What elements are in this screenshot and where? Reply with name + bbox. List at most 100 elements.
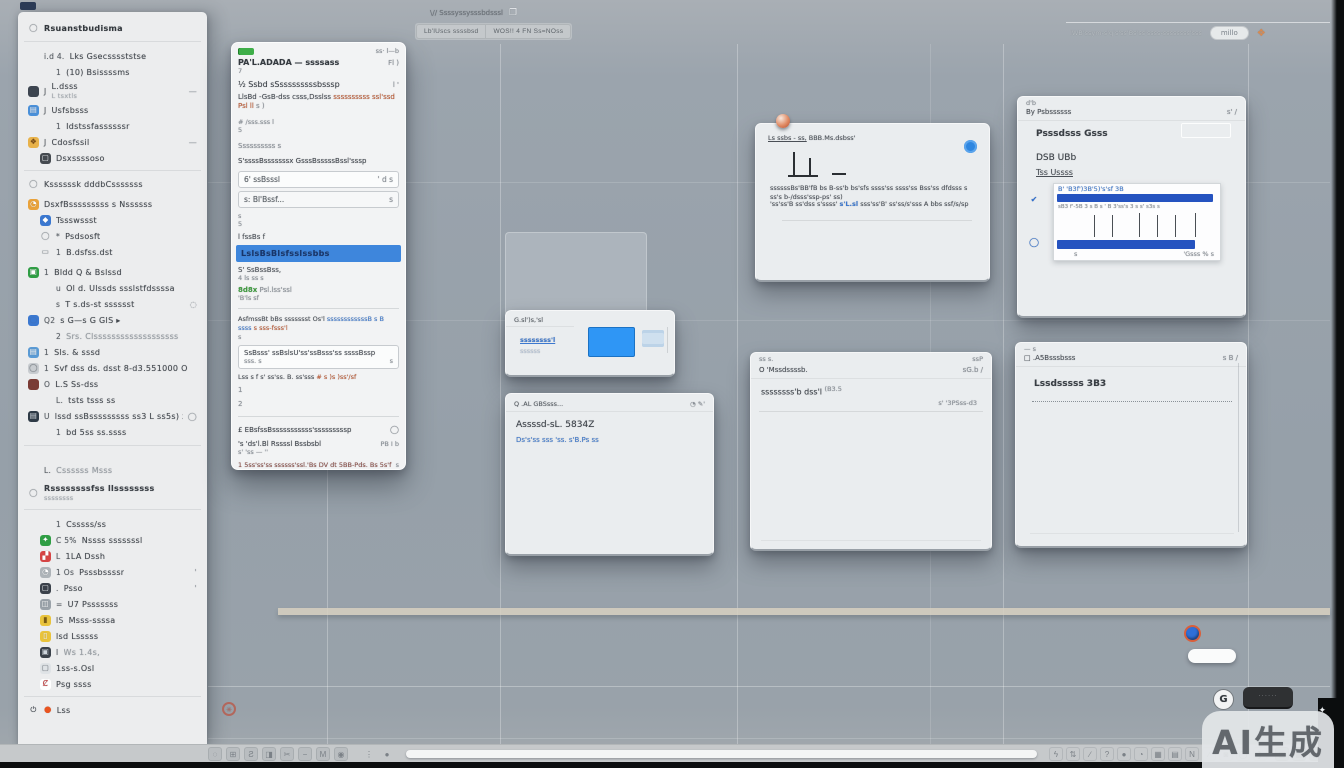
sidebar-item[interactable]: ◔ DsxfBsssssssss s Nssssss — [24, 196, 201, 212]
loudness-titlebar-icons[interactable]: s B / — [1223, 354, 1238, 362]
grid-line — [1003, 44, 1004, 760]
sidebar-item[interactable]: ● O L.S Ss-dss — [24, 376, 201, 392]
taskbar-icon-glyph: Ƨ — [248, 750, 253, 759]
taskbar-icon[interactable]: ● — [380, 747, 394, 761]
sidebar-item[interactable]: 1 Idstssfassssssr — [24, 118, 201, 134]
sidebar-item[interactable]: ▯ lsd Lsssss — [24, 628, 201, 644]
sidebar-item[interactable]: ✦ C 5% Nssss sssssssl — [24, 532, 201, 548]
white-pill-button[interactable] — [1188, 649, 1236, 663]
sidebar-item[interactable]: ▤ 1 Sls. & sssd — [24, 344, 201, 360]
swatch-link[interactable]: ssssssss'l — [520, 336, 555, 344]
taskbar-icon[interactable]: − — [298, 747, 312, 761]
sidebar-item[interactable]: ▞ L 1LA Dssh — [24, 548, 201, 564]
sidebar-item[interactable]: ◯ 1 Svf dss ds. dsst 8-d3.551000 O — [24, 360, 201, 376]
dialog-window-controls[interactable]: ss· l—b — [376, 47, 399, 55]
dialog-input-1-adorn[interactable]: ' d s — [378, 175, 394, 184]
sidebar-item-icon: ◯ — [28, 488, 39, 499]
sidebar-item[interactable]: ▢ 1ss-s.Osl — [24, 660, 201, 676]
sidebar-item[interactable]: ◯ Rsuanstbudisma — [24, 20, 201, 42]
sidebar-item[interactable]: Ȼ Psg ssss — [24, 676, 201, 692]
tasks-titlebar-icons[interactable]: s' / — [1227, 108, 1237, 116]
blue-dot-icon[interactable] — [964, 140, 977, 153]
sidebar-item[interactable]: 2 Srs. Clsssssssssssssssssss — [24, 328, 201, 344]
taskbar-tray-icon[interactable]: Ν — [1185, 747, 1199, 761]
radio-circle-icon[interactable]: ◯ — [1028, 237, 1040, 249]
merchant-titlebar-icons[interactable]: sG.b / — [963, 366, 983, 374]
taskbar-icon[interactable]: ◌ — [208, 747, 222, 761]
sidebar-item[interactable]: u Ol d. Ulssds ssslstfdssssa — [24, 280, 201, 296]
taskbar-tray-icon[interactable]: ▦ — [1151, 747, 1165, 761]
sidebar-item[interactable]: ▬ J L.dsss L tsxtls — — [24, 80, 201, 102]
sidebar-item[interactable]: 1 bd 5ss ss.ssss — [24, 424, 201, 446]
sidebar-item[interactable]: ◯ * Psdsosft — [24, 228, 201, 244]
dialog-box-2[interactable]: SsBsss' ssBslsU'ss'ssBsss'ss ssssBssp ss… — [238, 345, 399, 369]
toolbar-button[interactable]: millo — [1210, 26, 1249, 40]
notification-dot-icon[interactable] — [1186, 627, 1199, 640]
g-circle-icon[interactable]: G — [1213, 689, 1234, 710]
sidebar-item[interactable]: ▤ J Usfsbsss — [24, 102, 201, 118]
dark-key-button[interactable]: ······ — [1243, 687, 1293, 709]
sidebar-item[interactable]: ◔ 1 Os Psssbssssr ' — [24, 564, 201, 580]
taskbar-tray-icon[interactable]: ∕ — [1083, 747, 1097, 761]
taskbar-icon[interactable]: M — [316, 747, 330, 761]
taskbar-tray-icon[interactable]: ⇅ — [1066, 747, 1080, 761]
notes-titlebar[interactable]: Q .AL GBSsss... ◔ ✎' — [506, 394, 713, 412]
taskbar-icon[interactable]: ✂ — [280, 747, 294, 761]
taskbar-tray-icon[interactable]: ● — [1117, 747, 1131, 761]
dialog-after-2: 4 ls ss s — [238, 274, 399, 282]
pinned-note-link[interactable]: s'L.sl — [840, 200, 859, 208]
dialog-input-1-value: 6' ssBsssl — [244, 175, 280, 184]
sidebar-item[interactable]: ◯ Rssssssssfss llssssssss ssssssss — [24, 482, 201, 510]
sidebar-item[interactable]: ▤ U lssd ssBsssssssss ss3 L ss5s) xsssd … — [24, 408, 201, 424]
merchant-titlebar[interactable]: O 'Mssdssssb. sG.b / — [751, 363, 991, 379]
pinned-note-title[interactable]: Ls ssbs - ss, BBB.Ms.dsbss' — [756, 124, 989, 142]
sidebar-item[interactable]: i.d 4. Lks Gsecsssststse — [24, 48, 201, 64]
sidebar-item[interactable]: ▮ IS Msss-ssssa — [24, 612, 201, 628]
sidebar-item[interactable]: L. Cssssss Msss — [24, 462, 201, 478]
loudness-titlebar[interactable]: □ .A5Bsssbsss s B / — [1016, 353, 1246, 367]
orange-badge-icon[interactable]: ❖ — [1257, 28, 1266, 39]
sidebar-item[interactable]: ◫ = U7 Psssssss — [24, 596, 201, 612]
taskbar-icon[interactable]: ◉ — [334, 747, 348, 761]
check-circle-icon[interactable]: ✔ — [1028, 194, 1040, 206]
sidebar-item[interactable]: ◆ Tssswssst — [24, 212, 201, 228]
taskbar-tray-icon[interactable]: ▤ — [1168, 747, 1182, 761]
notes-titlebar-icons[interactable]: ◔ ✎' — [690, 400, 705, 408]
light-swatch[interactable] — [642, 330, 664, 347]
sidebar-item[interactable]: ◯ Kssssssk dddbCsssssss — [24, 170, 201, 192]
sidebar-item[interactable]: ▢ Dsxssssoso — [24, 150, 201, 166]
sidebar-item[interactable]: 1 Csssss/ss — [24, 516, 201, 532]
sidebar-item[interactable]: ▣ 1 Bldd Q & Bslssd — [24, 264, 201, 280]
sidebar-item[interactable]: ▢ . Psso ' — [24, 580, 201, 596]
taskbar-tray-icon[interactable]: ? — [1100, 747, 1114, 761]
dialog-input-2[interactable]: s: Bl'Bssf... s — [238, 191, 399, 208]
taskbar-icon[interactable]: ◨ — [262, 747, 276, 761]
spoke-circle-icon[interactable]: ✳ — [222, 702, 236, 716]
dialog-titlebar[interactable]: ss· l—b — [238, 47, 399, 55]
sidebar-item[interactable]: ⏻ ● Lss — [24, 696, 201, 718]
top-tab-1[interactable]: Lb'lUscs ssssbsd — [416, 24, 486, 39]
blue-swatch[interactable] — [588, 327, 635, 357]
taskbar-icon[interactable]: ⋮ — [362, 747, 376, 761]
sidebar-item[interactable]: ● Q2 s G—s G GlS ▸ — [24, 312, 201, 328]
sidebar-item[interactable]: ❖ J Cdosfssil — — [24, 134, 201, 150]
sidebar-item[interactable]: s T s.ds-st sssssst ◌ — [24, 296, 201, 312]
sidebar-item[interactable]: ▭ 1 B.dsfss.dst — [24, 244, 201, 260]
taskbar-icon[interactable]: Ƨ — [244, 747, 258, 761]
sidebar-item[interactable]: L. tsts tsss ss — [24, 392, 201, 408]
tasks-titlebar[interactable]: By Psbssssss s' / — [1018, 107, 1245, 121]
dialog-input-1[interactable]: 6' ssBsssl ' d s — [238, 171, 399, 188]
dialog-tiny-d: 'B'ls sf — [238, 294, 399, 302]
dialog-section-3-button[interactable]: ◯ — [390, 425, 399, 434]
dialog-input-2-adorn[interactable]: s — [389, 195, 393, 204]
taskbar-scrollbar[interactable] — [406, 750, 1037, 758]
top-tab-2[interactable]: WOS!! 4 FN Ss=NOss — [486, 24, 571, 39]
merchant-minibar[interactable]: ss s. ssP — [751, 353, 991, 363]
sidebar-item[interactable]: ▣ I Ws 1.4s, — [24, 644, 201, 660]
taskbar-icon[interactable]: ⊞ — [226, 747, 240, 761]
dialog-selected-row[interactable]: LslsBsBlsfsslssbbs — [236, 245, 401, 262]
notes-link[interactable]: Ds's'ss sss 'ss. s'B.Ps ss — [506, 430, 713, 444]
sidebar-item[interactable]: 1 (10) Bsissssms — [24, 64, 201, 80]
taskbar-tray-icon[interactable]: ◔ — [1134, 747, 1148, 761]
taskbar-tray-icon[interactable]: ϟ — [1049, 747, 1063, 761]
